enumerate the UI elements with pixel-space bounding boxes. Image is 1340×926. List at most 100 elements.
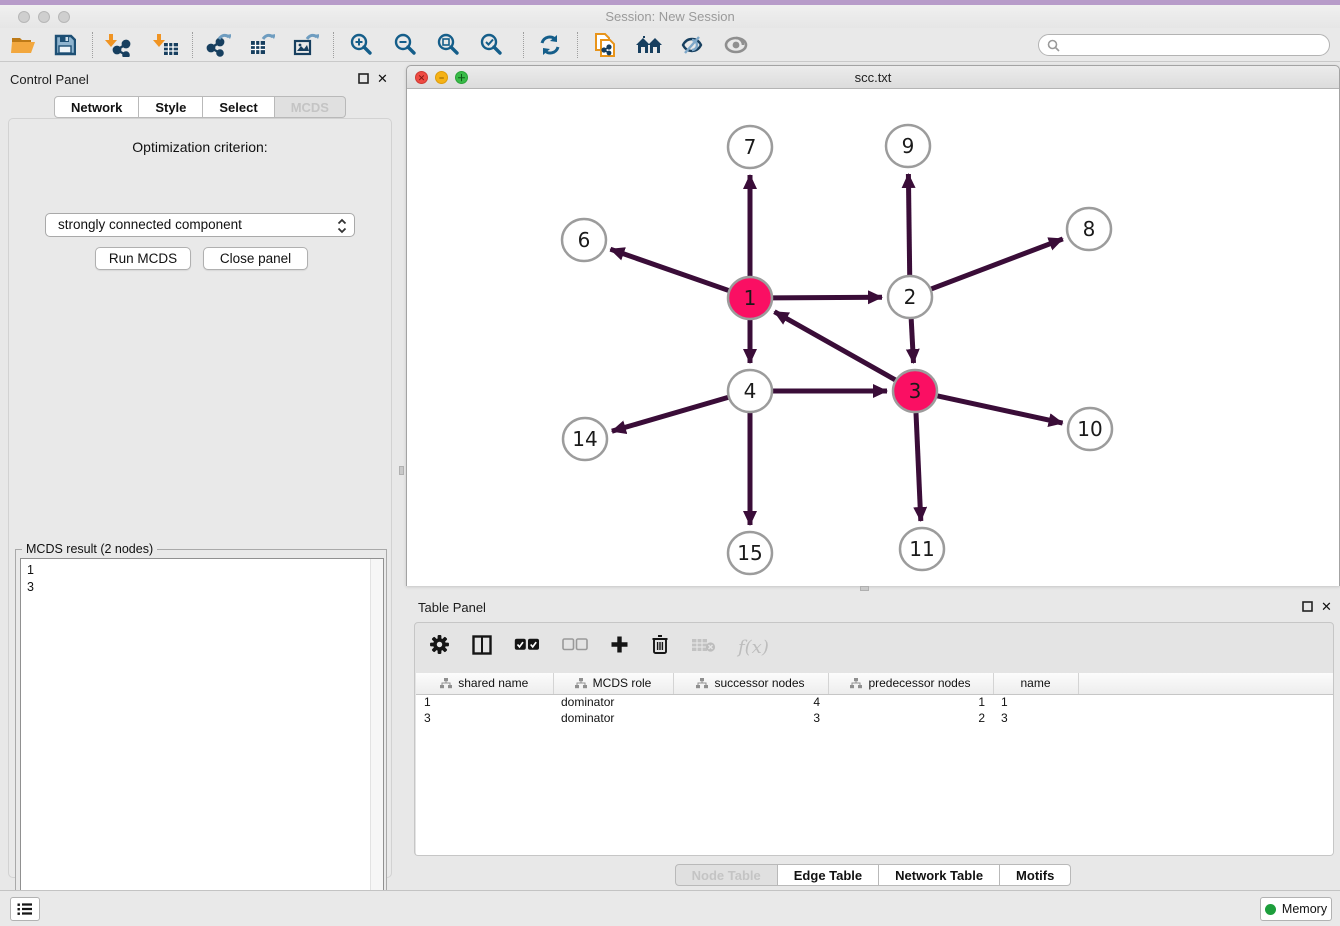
graph-node-7[interactable]: 7 (728, 126, 772, 168)
tab-select[interactable]: Select (203, 96, 274, 118)
column-header-predecessor-nodes[interactable]: predecessor nodes (828, 673, 993, 694)
column-layout-icon[interactable] (472, 635, 492, 660)
show-details-icon[interactable] (719, 31, 753, 59)
graph-node-10[interactable]: 10 (1068, 408, 1112, 450)
status-bar: Memory (0, 890, 1340, 926)
settings-gear-icon[interactable] (429, 634, 450, 660)
graph-node-1[interactable]: 1 (728, 277, 772, 319)
svg-text:11: 11 (909, 537, 934, 561)
tab-network[interactable]: Network (54, 96, 139, 118)
network-canvas[interactable]: 7 9 6 8 1 2 4 3 14 10 15 11 (407, 89, 1339, 586)
graph-edge-2-9[interactable] (908, 174, 909, 275)
refresh-layout-icon[interactable] (533, 31, 567, 59)
column-header-successor-nodes[interactable]: successor nodes (673, 673, 828, 694)
column-header-shared-name[interactable]: shared name (416, 673, 553, 694)
delete-row-icon[interactable] (651, 634, 669, 660)
control-panel-tabs: Network Style Select MCDS (0, 96, 400, 118)
close-panel-icon[interactable]: ✕ (377, 73, 388, 85)
table-row[interactable]: 1dominator411 (416, 694, 1334, 710)
graph-node-11[interactable]: 11 (900, 528, 944, 570)
graph-node-14[interactable]: 14 (563, 418, 607, 460)
graph-edge-1-2[interactable] (772, 297, 882, 298)
svg-text:2: 2 (904, 285, 917, 309)
session-title: Session: New Session (0, 9, 1340, 24)
column-header-name[interactable]: name (993, 673, 1078, 694)
table-row[interactable]: 3dominator323 (416, 710, 1334, 726)
memory-button[interactable]: Memory (1260, 897, 1332, 921)
graph-node-2[interactable]: 2 (888, 276, 932, 318)
horizontal-splitter-handle[interactable] (860, 586, 869, 591)
home-icon[interactable] (632, 31, 666, 59)
node-table[interactable]: shared name MCDS role successor nodes pr… (416, 673, 1334, 856)
open-file-icon[interactable] (6, 31, 40, 59)
tab-edge-table[interactable]: Edge Table (778, 864, 879, 886)
mcds-result-area[interactable]: 1 3 (20, 558, 384, 926)
duplicate-network-icon[interactable] (588, 31, 622, 59)
export-network-icon[interactable] (201, 31, 235, 59)
graph-edge-3-11[interactable] (916, 413, 921, 521)
table-header-row: shared name MCDS role successor nodes pr… (416, 673, 1334, 694)
tab-motifs[interactable]: Motifs (1000, 864, 1071, 886)
graph-node-6[interactable]: 6 (562, 219, 606, 261)
deselect-all-icon[interactable] (562, 638, 588, 656)
network-title: scc.txt (407, 70, 1339, 85)
task-history-button[interactable] (10, 897, 40, 921)
network-window-titlebar[interactable]: ✕ − ＋ scc.txt (407, 66, 1339, 89)
mcds-result-text: 1 3 (27, 562, 34, 596)
attribute-icon (575, 678, 587, 689)
graph-node-9[interactable]: 9 (886, 125, 930, 167)
float-panel-icon[interactable] (358, 73, 369, 86)
float-table-panel-icon[interactable] (1302, 601, 1313, 614)
zoom-out-icon[interactable] (389, 31, 423, 59)
table-panel: Table Panel ✕ (406, 592, 1340, 890)
optimization-criterion-select[interactable]: strongly connected component (45, 213, 355, 237)
memory-label: Memory (1282, 902, 1327, 916)
toolbar-separator (523, 32, 524, 58)
zoom-fit-icon[interactable] (432, 31, 466, 59)
node-table-container: f(x) shared name MCDS role successor nod… (414, 622, 1334, 856)
memory-status-icon (1265, 904, 1276, 915)
tab-mcds[interactable]: MCDS (275, 96, 346, 118)
run-mcds-button[interactable]: Run MCDS (95, 247, 191, 270)
column-header-mcds-role[interactable]: MCDS role (553, 673, 673, 694)
tab-network-table[interactable]: Network Table (879, 864, 1000, 886)
mcds-result-title: MCDS result (2 nodes) (22, 542, 157, 556)
result-scrollbar[interactable] (370, 559, 383, 925)
graph-edge-3-1[interactable] (774, 312, 895, 381)
export-table-icon[interactable] (245, 31, 279, 59)
graph-node-8[interactable]: 8 (1067, 208, 1111, 250)
svg-text:7: 7 (744, 135, 757, 159)
export-image-icon[interactable] (289, 31, 323, 59)
svg-text:14: 14 (572, 427, 597, 451)
graph-edge-4-14[interactable] (612, 397, 729, 431)
graph-node-15[interactable]: 15 (728, 532, 772, 574)
network-graph[interactable]: 7 9 6 8 1 2 4 3 14 10 15 11 (407, 89, 1339, 586)
close-panel-button[interactable]: Close panel (203, 247, 308, 270)
select-all-icon[interactable] (514, 638, 540, 656)
zoom-in-icon[interactable] (345, 31, 379, 59)
graph-edge-2-8[interactable] (931, 239, 1063, 289)
add-row-icon[interactable] (610, 635, 629, 659)
graph-edge-3-10[interactable] (937, 396, 1063, 423)
graph-node-4[interactable]: 4 (728, 370, 772, 412)
close-table-panel-icon[interactable]: ✕ (1321, 601, 1332, 613)
graph-edge-2-3[interactable] (911, 319, 913, 363)
tab-style[interactable]: Style (139, 96, 203, 118)
vertical-splitter-handle[interactable] (399, 466, 404, 475)
svg-text:6: 6 (578, 228, 591, 252)
delete-table-icon (691, 637, 716, 658)
import-table-icon[interactable] (149, 31, 183, 59)
zoom-selected-icon[interactable] (475, 31, 509, 59)
search-field[interactable] (1038, 34, 1330, 56)
search-input[interactable] (1060, 36, 1329, 54)
hide-details-icon[interactable] (675, 31, 709, 59)
graph-node-3[interactable]: 3 (893, 370, 937, 412)
tab-node-table[interactable]: Node Table (675, 864, 778, 886)
application-window: Session: New Session (0, 0, 1340, 926)
attribute-icon (850, 678, 862, 689)
optimization-criterion-label: Optimization criterion: (9, 139, 391, 155)
import-network-icon[interactable] (101, 31, 135, 59)
save-session-icon[interactable] (48, 31, 82, 59)
criterion-value: strongly connected component (58, 217, 242, 232)
graph-edge-1-6[interactable] (610, 249, 729, 291)
